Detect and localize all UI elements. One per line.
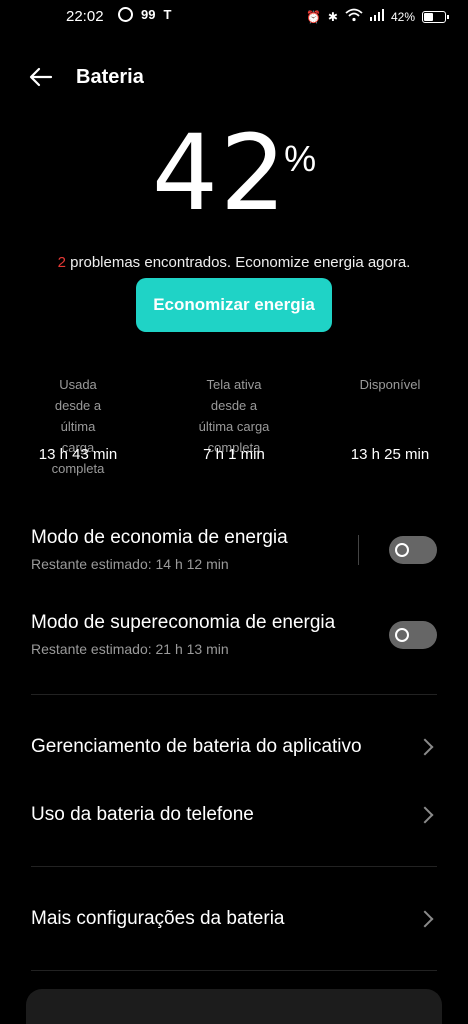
status-bar: 22:02 99 T ⏰ ✱ 42% — [0, 0, 468, 34]
more-battery-settings-item[interactable]: Mais configurações da bateria — [31, 899, 437, 939]
super-saving-row[interactable]: Modo de supereconomia de energia Restant… — [31, 612, 437, 657]
super-saving-title: Modo de supereconomia de energia — [31, 612, 336, 633]
stat-label: Usada desde a última carga completa — [51, 377, 105, 476]
chevron-right-icon — [416, 738, 434, 756]
back-arrow-icon[interactable] — [28, 64, 54, 90]
battery-percent-value: 42 — [151, 112, 289, 234]
info-card[interactable] — [26, 989, 442, 1024]
power-saving-subtitle: Restante estimado: 14 h 12 min — [31, 556, 229, 572]
row-divider — [358, 535, 359, 565]
menu-label: Uso da bateria do telefone — [31, 804, 254, 825]
save-energy-button[interactable]: Economizar energia — [136, 278, 332, 332]
stat-label: Disponível — [359, 377, 421, 392]
toggle-knob — [395, 543, 409, 557]
usage-stats: Usada desde a última carga completa 13 h… — [0, 374, 468, 476]
problems-text: problemas encontrados. Economize energia… — [65, 254, 411, 271]
bluetooth-icon: ✱ — [327, 9, 338, 24]
stat-screen-on: Tela ativa desde a última carga completa… — [156, 374, 312, 463]
chevron-right-icon — [416, 910, 434, 928]
app-notification-icon: T — [163, 7, 172, 22]
stat-available: Disponível 13 h 25 min — [312, 374, 468, 463]
super-saving-subtitle: Restante estimado: 21 h 13 min — [31, 641, 229, 657]
wifi-icon — [345, 8, 363, 25]
menu-label: Mais configurações da bateria — [31, 908, 285, 929]
status-time: 22:02 — [66, 8, 104, 25]
stat-value: 13 h 25 min — [350, 446, 430, 463]
stat-label: Tela ativa desde a última carga completa — [198, 377, 270, 455]
app-battery-management-item[interactable]: Gerenciamento de bateria do aplicativo — [31, 727, 437, 767]
stat-used-since-charge: Usada desde a última carga completa 13 h… — [0, 374, 156, 476]
notification-count: 99 — [141, 7, 156, 22]
page-title: Bateria — [76, 66, 144, 88]
phone-battery-usage-item[interactable]: Uso da bateria do telefone — [31, 795, 437, 835]
notification-icons: 99 T — [118, 7, 171, 22]
power-saving-row[interactable]: Modo de economia de energia Restante est… — [31, 527, 437, 572]
percent-symbol: % — [284, 138, 317, 179]
battery-level-display: 42% — [0, 112, 468, 234]
super-saving-toggle[interactable] — [389, 621, 437, 649]
power-saving-toggle[interactable] — [389, 536, 437, 564]
power-saving-title: Modo de economia de energia — [31, 527, 288, 548]
section-divider — [31, 866, 437, 867]
system-icons: ⏰ ✱ 42% — [305, 8, 449, 25]
menu-label: Gerenciamento de bateria do aplicativo — [31, 736, 362, 757]
problems-count: 2 — [57, 254, 66, 271]
section-divider — [31, 970, 437, 971]
chevron-right-icon — [416, 806, 434, 824]
toggle-knob — [395, 628, 409, 642]
stat-value: 13 h 43 min — [38, 446, 118, 463]
app-header: Bateria — [0, 60, 468, 96]
problems-message: 2 problemas encontrados. Economize energ… — [0, 254, 468, 271]
section-divider — [31, 694, 437, 695]
battery-percent-text: 42% — [390, 9, 415, 24]
stat-value: 7 h 1 min — [203, 446, 265, 463]
whatsapp-icon — [118, 7, 133, 22]
battery-icon — [422, 10, 449, 23]
signal-icon — [369, 9, 384, 24]
alarm-icon: ⏰ — [305, 9, 321, 24]
